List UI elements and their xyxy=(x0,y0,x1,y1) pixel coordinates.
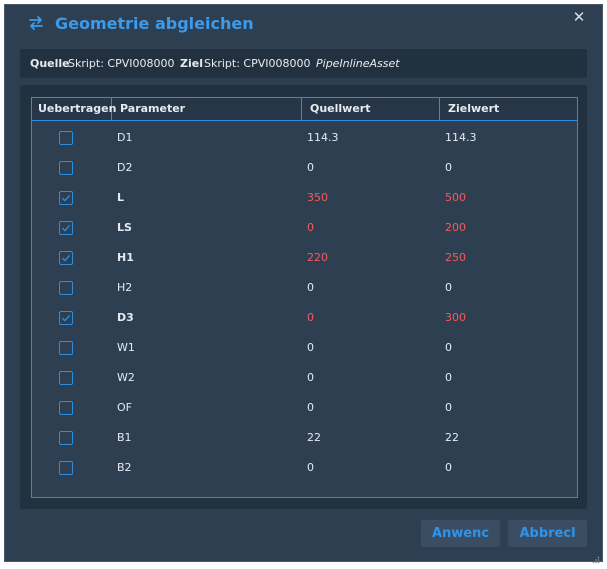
column-header-source-value[interactable]: Quellwert xyxy=(302,98,440,120)
table-row: B1 22 22 xyxy=(32,423,577,453)
table-header: Uebertragen Parameter Quellwert Zielwert xyxy=(32,98,578,121)
close-icon[interactable]: ✕ xyxy=(570,9,588,27)
transfer-checkbox[interactable] xyxy=(59,161,73,175)
parameter-table-panel: Uebertragen Parameter Quellwert Zielwert… xyxy=(20,85,587,509)
table-row: LS 0 200 xyxy=(32,213,577,243)
table-row: W1 0 0 xyxy=(32,333,577,363)
transfer-checkbox[interactable] xyxy=(59,221,73,235)
transfer-checkbox[interactable] xyxy=(59,461,73,475)
parameter-name: OF xyxy=(117,401,132,414)
target-value: 0 xyxy=(445,161,452,174)
target-value: 300 xyxy=(445,311,466,324)
parameter-name: D1 xyxy=(117,131,133,144)
parameter-table: Uebertragen Parameter Quellwert Zielwert… xyxy=(31,97,578,498)
table-row: L 350 500 xyxy=(32,183,577,213)
target-value: 22 xyxy=(445,431,459,444)
parameter-name: H2 xyxy=(117,281,133,294)
dialog-title: Geometrie abgleichen xyxy=(55,14,254,33)
parameter-name: L xyxy=(117,191,125,204)
table-row: H2 0 0 xyxy=(32,273,577,303)
transfer-checkbox[interactable] xyxy=(59,371,73,385)
transfer-checkbox[interactable] xyxy=(59,131,73,145)
source-value: 114.3 xyxy=(307,131,339,144)
resize-grip-icon[interactable] xyxy=(592,551,600,564)
table-row: OF 0 0 xyxy=(32,393,577,423)
parameter-name: D2 xyxy=(117,161,133,174)
geometry-compare-dialog: Geometrie abgleichen ✕ Quelle Skript: CP… xyxy=(4,4,603,564)
source-value: 350 xyxy=(307,191,328,204)
apply-button[interactable]: Anwenc xyxy=(421,520,500,547)
table-row: D2 0 0 xyxy=(32,153,577,183)
swap-arrows-icon xyxy=(27,14,45,32)
source-value: 22 xyxy=(307,431,321,444)
transfer-checkbox[interactable] xyxy=(59,311,73,325)
target-value: 0 xyxy=(445,401,452,414)
target-value: 0 xyxy=(445,281,452,294)
column-header-target-value[interactable]: Zielwert xyxy=(440,98,578,120)
source-value: 0 xyxy=(307,461,314,474)
checkmark-icon xyxy=(62,195,71,202)
transfer-checkbox[interactable] xyxy=(59,281,73,295)
target-value: 0 xyxy=(445,341,452,354)
checkmark-icon xyxy=(62,225,71,232)
source-value: 0 xyxy=(307,311,314,324)
parameter-name: B2 xyxy=(117,461,132,474)
target-value: 200 xyxy=(445,221,466,234)
table-row: W2 0 0 xyxy=(32,363,577,393)
column-header-transfer[interactable]: Uebertragen xyxy=(32,98,116,120)
parameter-name: D3 xyxy=(117,311,134,324)
source-target-info-bar: Quelle Skript: CPVI008000 Ziel Skript: C… xyxy=(20,49,587,78)
table-row: B2 0 0 xyxy=(32,453,577,483)
source-value: 0 xyxy=(307,401,314,414)
transfer-checkbox[interactable] xyxy=(59,431,73,445)
parameter-name: W1 xyxy=(117,341,135,354)
table-row: H1 220 250 xyxy=(32,243,577,273)
source-value: 0 xyxy=(307,221,314,234)
title-bar: Geometrie abgleichen ✕ xyxy=(5,5,602,41)
parameter-name: LS xyxy=(117,221,132,234)
source-value: 0 xyxy=(307,341,314,354)
checkmark-icon xyxy=(62,255,71,262)
parameter-name: W2 xyxy=(117,371,135,384)
table-row: D3 0 300 xyxy=(32,303,577,333)
target-value: 250 xyxy=(445,251,466,264)
target-value: 500 xyxy=(445,191,466,204)
cancel-button[interactable]: Abbrecl xyxy=(508,520,587,547)
source-value: 0 xyxy=(307,281,314,294)
source-value: Skript: CPVI008000 xyxy=(68,57,175,70)
transfer-checkbox[interactable] xyxy=(59,251,73,265)
column-header-parameter[interactable]: Parameter xyxy=(112,98,302,120)
target-value: 0 xyxy=(445,371,452,384)
parameter-name: H1 xyxy=(117,251,134,264)
parameter-name: B1 xyxy=(117,431,132,444)
target-value: 0 xyxy=(445,461,452,474)
source-value: 0 xyxy=(307,161,314,174)
source-label: Quelle xyxy=(30,57,70,70)
target-label: Ziel xyxy=(180,57,203,70)
transfer-checkbox[interactable] xyxy=(59,341,73,355)
target-value: 114.3 xyxy=(445,131,477,144)
source-value: 220 xyxy=(307,251,328,264)
asset-type: PipeInlineAsset xyxy=(316,57,400,70)
transfer-checkbox[interactable] xyxy=(59,191,73,205)
target-value: Skript: CPVI008000 xyxy=(204,57,311,70)
transfer-checkbox[interactable] xyxy=(59,401,73,415)
source-value: 0 xyxy=(307,371,314,384)
checkmark-icon xyxy=(62,315,71,322)
table-row: D1 114.3 114.3 xyxy=(32,123,577,153)
